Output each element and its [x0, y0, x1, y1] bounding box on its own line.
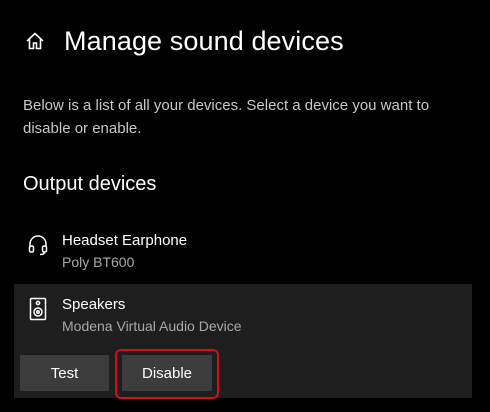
page-title: Manage sound devices: [64, 26, 344, 56]
device-subtitle: Poly BT600: [62, 254, 135, 270]
device-subtitle: Modena Virtual Audio Device: [62, 318, 242, 334]
test-button[interactable]: Test: [20, 355, 109, 391]
output-devices-heading: Output devices: [23, 173, 157, 195]
device-name: Speakers: [62, 296, 126, 313]
manage-sound-devices-page: Manage sound devices Below is a list of …: [0, 0, 490, 412]
device-name: Headset Earphone: [62, 232, 188, 249]
page-description: Below is a list of all your devices. Sel…: [23, 97, 430, 137]
device-text: Speakers Modena Virtual Audio Device: [62, 295, 242, 336]
headset-icon: [26, 233, 50, 257]
home-icon[interactable]: [22, 28, 48, 54]
device-text: Headset Earphone Poly BT600: [62, 231, 187, 272]
speaker-icon: [26, 297, 50, 321]
page-header: Manage sound devices: [22, 24, 344, 58]
device-item-headset[interactable]: Headset Earphone Poly BT600: [14, 221, 472, 281]
disable-button[interactable]: Disable: [122, 355, 212, 391]
